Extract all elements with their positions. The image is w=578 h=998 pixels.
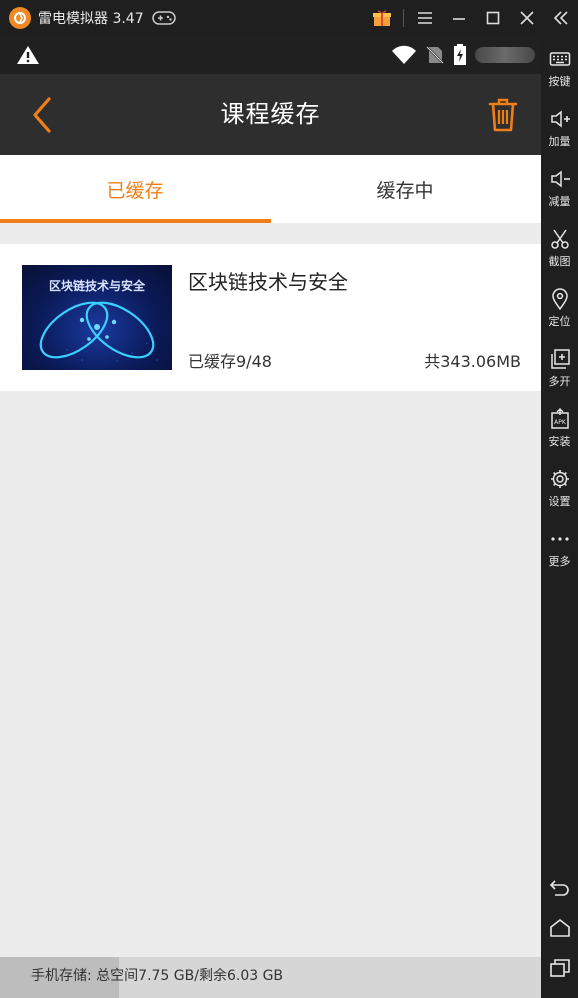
minimize-icon[interactable]	[442, 0, 476, 36]
sidebar-item-location[interactable]: 定位	[541, 284, 578, 342]
gift-icon[interactable]	[365, 0, 399, 36]
location-icon	[551, 288, 568, 310]
title-bar-divider	[403, 9, 404, 27]
trash-icon	[488, 98, 518, 132]
sidebar-label-keymap: 按键	[548, 75, 571, 88]
sidebar-label-more: 更多	[548, 555, 571, 568]
apk-install-icon: APK	[550, 408, 569, 429]
collapse-sidebar-icon[interactable]	[544, 0, 578, 36]
android-back-button[interactable]	[541, 872, 578, 904]
gear-icon	[550, 470, 569, 488]
sidebar-label-screenshot: 截图	[548, 255, 571, 268]
android-status-bar	[0, 36, 541, 74]
menu-icon[interactable]	[408, 0, 442, 36]
sidebar-item-more[interactable]: 更多	[541, 524, 578, 582]
sidebar-item-volume-down[interactable]: 减量	[541, 164, 578, 222]
no-sim-icon	[426, 46, 444, 64]
thumbnail-caption: 区块链技术与安全	[48, 279, 145, 293]
page-title: 课程缓存	[220, 100, 321, 128]
back-button[interactable]	[22, 94, 62, 136]
home-icon	[549, 918, 570, 937]
sidebar-label-install: 安装	[548, 435, 571, 448]
sidebar-label-settings: 设置	[548, 495, 571, 508]
keyboard-icon	[549, 52, 570, 66]
volume-down-icon	[550, 170, 570, 188]
close-icon[interactable]	[510, 0, 544, 36]
scissors-icon	[550, 229, 569, 249]
course-size: 共343.06MB	[424, 352, 521, 371]
android-recents-button[interactable]	[541, 952, 578, 984]
emulator-logo-icon	[9, 7, 31, 29]
sidebar-label-location: 定位	[548, 315, 571, 328]
sidebar-item-volume-up[interactable]: 加量	[541, 104, 578, 162]
tab-bar: 已缓存 缓存中	[0, 155, 541, 223]
volume-up-icon	[550, 110, 570, 128]
warning-icon	[17, 46, 39, 64]
storage-info: 手机存储: 总空间7.75 GB/剩余6.03 GB	[31, 968, 284, 984]
emulator-title-bar: 雷电模拟器 3.47	[0, 0, 578, 36]
chevron-left-icon	[33, 97, 51, 133]
course-thumbnail: 区块链技术与安全	[22, 265, 172, 370]
tab-caching[interactable]: 缓存中	[270, 155, 540, 223]
android-home-button[interactable]	[541, 912, 578, 944]
battery-charging-icon	[454, 44, 466, 65]
back-arrow-icon	[549, 880, 569, 896]
emulator-sidebar: 按键 加量 减量 截图 定位 多开 APK 安装 设置 更多	[541, 36, 578, 998]
list-item[interactable]: 区块链技术与安全 区块链技术与安全 已缓存9/48 共343.06MB	[0, 244, 541, 391]
sidebar-label-volume-down: 减量	[548, 195, 571, 208]
maximize-icon[interactable]	[476, 0, 510, 36]
cached-course-list: 区块链技术与安全 区块链技术与安全 已缓存9/48 共343.06MB	[0, 223, 541, 957]
recent-apps-icon	[549, 959, 570, 977]
blurred-status-text	[475, 47, 535, 63]
delete-button[interactable]	[483, 94, 523, 136]
sidebar-label-volume-up: 加量	[548, 135, 571, 148]
emulator-title: 雷电模拟器 3.47	[38, 11, 144, 27]
sidebar-item-multi-instance[interactable]: 多开	[541, 344, 578, 402]
emulator-window: 雷电模拟器 3.47 课程缓存 已缓存 缓存中 区块链技术与安全 区块链技术与安…	[0, 0, 578, 998]
sidebar-label-multi-instance: 多开	[548, 375, 571, 388]
wifi-icon	[392, 45, 416, 64]
storage-bar: 手机存储: 总空间7.75 GB/剩余6.03 GB	[0, 957, 541, 998]
sidebar-item-settings[interactable]: 设置	[541, 464, 578, 522]
gamepad-icon[interactable]	[151, 10, 176, 26]
svg-text:APK: APK	[554, 419, 567, 426]
course-title: 区块链技术与安全	[188, 270, 348, 294]
more-dots-icon	[550, 537, 569, 541]
sidebar-item-screenshot[interactable]: 截图	[541, 224, 578, 282]
sidebar-item-keymap[interactable]: 按键	[541, 44, 578, 102]
course-cache-progress: 已缓存9/48	[188, 352, 272, 371]
sidebar-item-install[interactable]: APK 安装	[541, 404, 578, 462]
multi-window-icon	[550, 349, 570, 369]
app-header: 课程缓存	[0, 74, 541, 155]
tab-cached[interactable]: 已缓存	[0, 155, 271, 223]
